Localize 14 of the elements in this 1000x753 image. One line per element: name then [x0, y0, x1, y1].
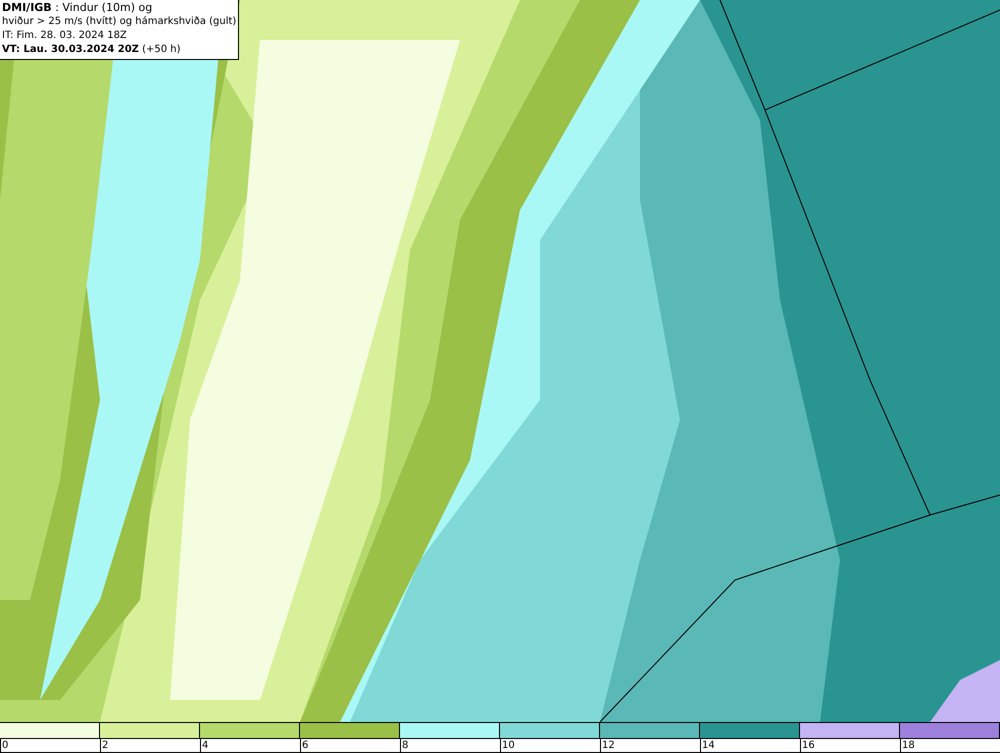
legend-label: 14	[702, 740, 715, 751]
legend-label: 12	[602, 740, 615, 751]
legend-label: 0	[2, 740, 8, 751]
legend-label: 4	[202, 740, 208, 751]
legend-label: 16	[802, 740, 815, 751]
legend-label: 6	[302, 740, 308, 751]
legend-label: 8	[402, 740, 408, 751]
title-text: IT: Fim. 28. 03. 2024 18Z	[2, 29, 128, 43]
legend-label: 2	[102, 740, 108, 751]
title-text: hviður > 25 m/s (hvítt) og hámarkshviða (gult)	[2, 15, 236, 29]
title-text: VT: Lau. 30.03.2024 20Z (+50 h)	[2, 43, 182, 57]
title-text: DMI/IGB : Vindur (10m) og	[2, 1, 154, 15]
legend-label: 10	[502, 740, 515, 751]
legend-label: 18	[902, 740, 915, 751]
